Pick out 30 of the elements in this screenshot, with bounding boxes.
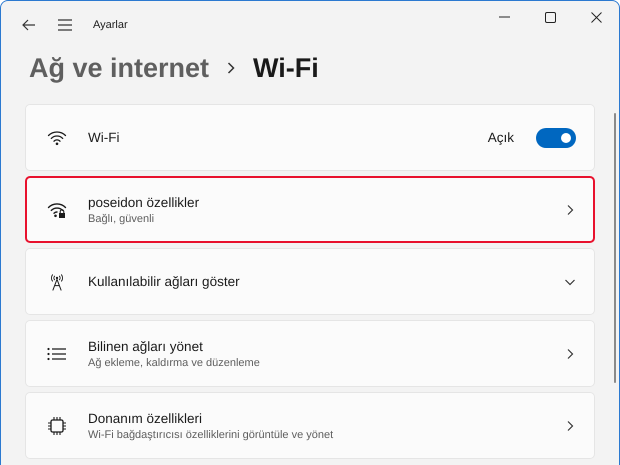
card-subtitle: Wi-Fi bağdaştırıcısı özelliklerini görüntüle ve yönet [88,428,334,440]
card-title: Kullanılabilir ağları göster [88,274,241,289]
antenna-icon [48,272,66,292]
window-title: Ayarlar [93,19,128,31]
toggle-switch[interactable] [536,128,576,148]
settings-card[interactable]: Donanım özellikleri Wi-Fi bağdaştırıcısı özelliklerini görüntüle ve yönet [25,392,595,459]
chevron-icon [227,62,236,74]
scrollbar[interactable] [614,113,616,383]
close-icon [590,12,602,22]
maximize-icon [544,12,556,22]
card-subtitle: Ağ ekleme, kaldırma ve düzenleme [88,356,261,368]
minimize-icon [498,16,510,18]
settings-card[interactable]: poseidon özellikler Bağlı, güvenli [25,176,595,243]
chip-icon [47,416,67,436]
wifi-icon [47,130,67,146]
settings-card[interactable]: Bilinen ağları yönet Ağ ekleme, kaldırma ve düzenleme [25,320,595,387]
wifi-lock-icon [47,202,67,218]
list-icon [47,346,67,360]
page-title: Wi-Fi [253,52,319,84]
card-title: Bilinen ağları yönet [88,338,204,354]
breadcrumb-parent[interactable]: Ağ ve internet [29,52,210,84]
card-title: Wi-Fi [88,130,120,145]
settings-card[interactable]: Kullanılabilir ağları göster [25,248,595,315]
card-title: Donanım özellikleri [88,410,204,426]
menu-icon [57,19,73,31]
toggle-state-label: Açık [488,130,514,145]
card-title: poseidon özellikler [88,194,200,210]
settings-card[interactable]: Wi-Fi Açık [25,104,595,171]
back-arrow-icon [22,19,36,31]
card-subtitle: Bağlı, güvenli [88,212,156,224]
